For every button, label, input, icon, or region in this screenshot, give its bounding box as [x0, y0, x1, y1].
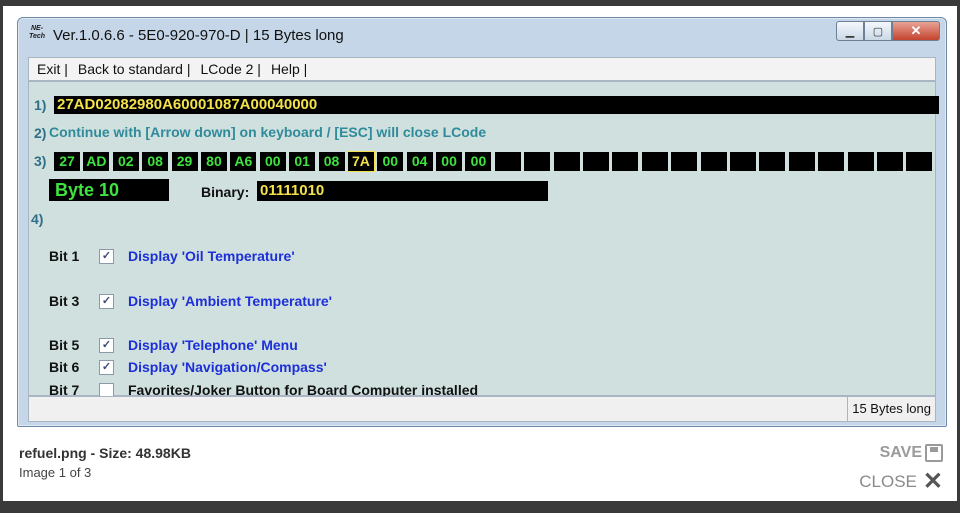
- title-bar[interactable]: NE-Tech Ver.1.0.6.6 - 5E0-920-970-D | 15…: [18, 18, 946, 52]
- bit-checkbox[interactable]: ✓: [99, 248, 114, 264]
- bit-name: Bit 6: [49, 359, 80, 375]
- bit-description: Display 'Navigation/Compass': [128, 359, 327, 375]
- byte-cell[interactable]: 29: [171, 152, 198, 171]
- bit-row: Bit 3 ✓ Display 'Ambient Temperature': [49, 293, 332, 309]
- bit-description: Display 'Ambient Temperature': [128, 293, 333, 309]
- bit-checkbox[interactable]: ✓: [99, 337, 114, 353]
- bit-name: Bit 5: [49, 337, 80, 353]
- byte-cell[interactable]: [671, 152, 698, 171]
- byte-cell[interactable]: [553, 152, 580, 171]
- step2-number: 2): [34, 125, 47, 141]
- save-disk-icon: [925, 444, 943, 462]
- file-name-size: refuel.png - Size: 48.98KB: [19, 445, 191, 461]
- image-counter: Image 1 of 3: [19, 465, 92, 480]
- byte-cell[interactable]: 00: [259, 152, 286, 171]
- byte-cell-selected[interactable]: 7A: [346, 151, 375, 172]
- close-button[interactable]: CLOSE ✕: [859, 468, 943, 495]
- lightbox: NE-Tech Ver.1.0.6.6 - 5E0-920-970-D | 15…: [3, 6, 957, 501]
- close-label: CLOSE: [859, 472, 917, 491]
- app-logo: NE-Tech: [28, 25, 46, 40]
- step3-number: 3): [34, 153, 47, 169]
- bit-row: Bit 1 ✓ Display 'Oil Temperature': [49, 248, 295, 264]
- byte-cell[interactable]: 00: [377, 152, 404, 171]
- image-caption: refuel.png - Size: 48.98KB Image 1 of 3: [19, 445, 191, 480]
- byte-cell[interactable]: [729, 152, 756, 171]
- instruction-text: Continue with [Arrow down] on keyboard /…: [49, 124, 487, 140]
- byte-cell[interactable]: [612, 152, 639, 171]
- main-panel: 1) 27AD02082980A60001087A00040000 2) Con…: [28, 81, 939, 398]
- byte-index-label: Byte 10: [49, 179, 169, 201]
- bit-checkbox[interactable]: ✓: [99, 293, 114, 309]
- step4-number: 4): [31, 211, 44, 227]
- binary-label: Binary:: [201, 184, 250, 200]
- menu-help[interactable]: Help |: [271, 61, 307, 77]
- byte-cell[interactable]: [847, 152, 874, 171]
- byte-cell[interactable]: 00: [465, 152, 492, 171]
- maximize-button[interactable]: ▢: [864, 21, 892, 41]
- step1-number: 1): [34, 97, 47, 113]
- menu-back-to-standard[interactable]: Back to standard |: [78, 61, 191, 77]
- menu-bar: Exit | Back to standard | LCode 2 | Help…: [28, 57, 936, 81]
- byte-cell[interactable]: [788, 152, 815, 171]
- menu-exit[interactable]: Exit |: [37, 61, 68, 77]
- byte-cell[interactable]: [524, 152, 551, 171]
- window-controls: ▁ ▢ ✕: [836, 21, 940, 41]
- status-byte-count: 15 Bytes long: [847, 397, 935, 421]
- byte-cell[interactable]: [906, 152, 933, 171]
- byte-cell[interactable]: [818, 152, 845, 171]
- byte-cell[interactable]: 00: [436, 152, 463, 171]
- close-x-icon: ✕: [922, 468, 943, 495]
- bit-checkbox[interactable]: ✓: [99, 359, 114, 375]
- byte-cells: 27 AD 02 08 29 80 A6 00 01 08 7A 00 04 00 00: [54, 151, 936, 172]
- byte-cell[interactable]: 27: [54, 152, 80, 171]
- byte-cell[interactable]: AD: [83, 152, 110, 171]
- app-window: NE-Tech Ver.1.0.6.6 - 5E0-920-970-D | 15…: [17, 17, 947, 427]
- bit-name: Bit 1: [49, 248, 80, 264]
- bit-row: Bit 5 ✓ Display 'Telephone' Menu: [49, 337, 298, 353]
- window-title: Ver.1.0.6.6 - 5E0-920-970-D | 15 Bytes l…: [53, 26, 344, 44]
- binary-value-field: 01111010: [257, 181, 548, 201]
- byte-cell[interactable]: 01: [289, 152, 316, 171]
- minimize-button[interactable]: ▁: [836, 21, 864, 41]
- status-bar: 15 Bytes long: [28, 396, 936, 422]
- byte-cell[interactable]: 02: [112, 152, 139, 171]
- close-window-button[interactable]: ✕: [892, 21, 940, 41]
- byte-cell[interactable]: A6: [230, 152, 257, 171]
- bit-row: Bit 6 ✓ Display 'Navigation/Compass': [49, 359, 327, 375]
- bit-name: Bit 3: [49, 293, 80, 309]
- menu-lcode2[interactable]: LCode 2 |: [200, 61, 260, 77]
- bit-description: Display 'Oil Temperature': [128, 248, 295, 264]
- long-code-field[interactable]: 27AD02082980A60001087A00040000: [54, 96, 939, 114]
- byte-cell[interactable]: 08: [318, 152, 345, 171]
- byte-cell[interactable]: 08: [142, 152, 169, 171]
- byte-cell[interactable]: 80: [200, 152, 227, 171]
- save-button[interactable]: SAVE: [880, 444, 943, 462]
- byte-cell[interactable]: [759, 152, 786, 171]
- byte-cell[interactable]: 04: [406, 152, 433, 171]
- byte-cell[interactable]: [583, 152, 610, 171]
- bit-description: Display 'Telephone' Menu: [128, 337, 298, 353]
- byte-cell[interactable]: [641, 152, 668, 171]
- byte-cell[interactable]: [876, 152, 903, 171]
- byte-cell[interactable]: [494, 152, 521, 171]
- byte-cell[interactable]: [700, 152, 727, 171]
- save-label: SAVE: [879, 444, 922, 461]
